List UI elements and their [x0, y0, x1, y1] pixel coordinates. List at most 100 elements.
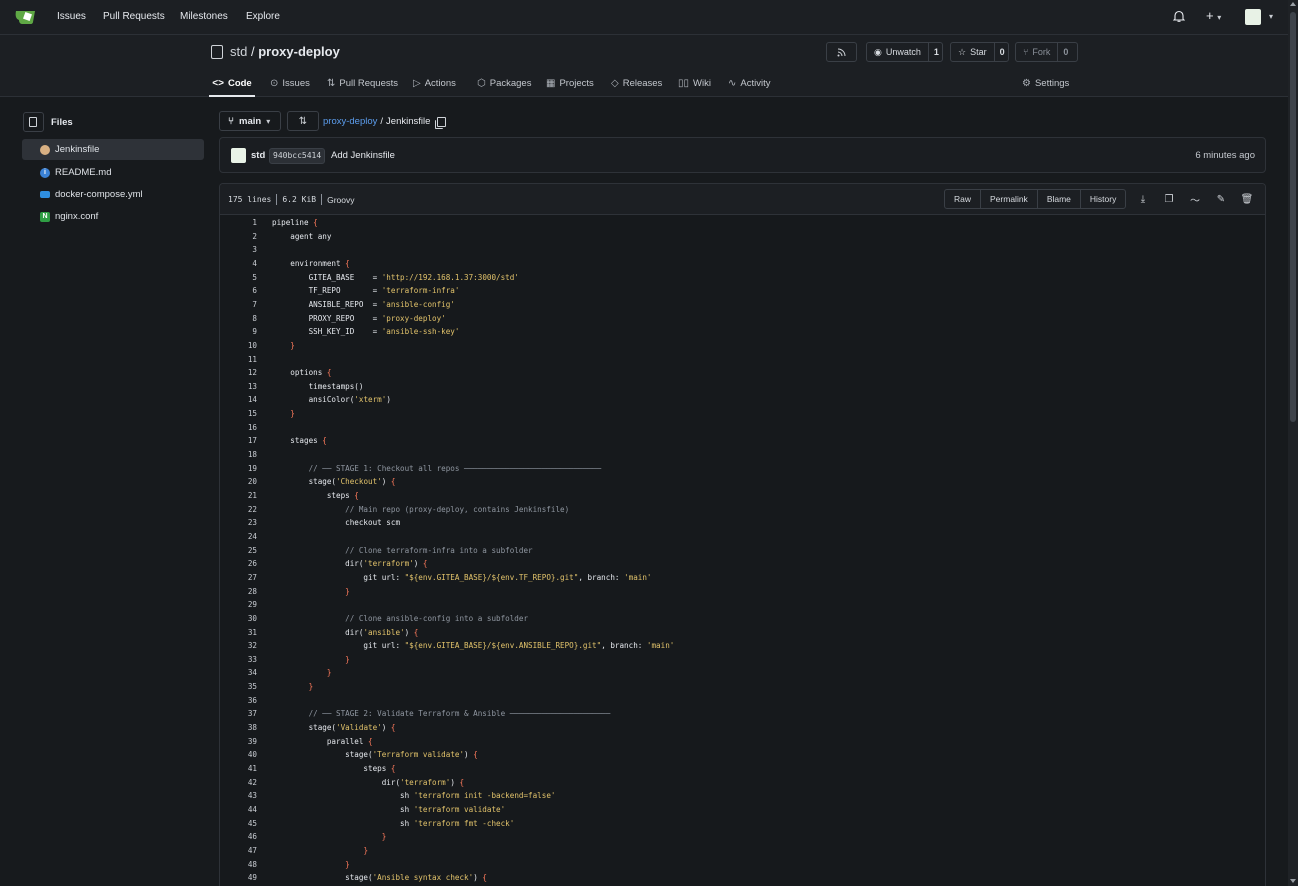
- tree-item-readme[interactable]: i README.md: [22, 162, 204, 183]
- line-number[interactable]: 21: [220, 489, 257, 503]
- line-number[interactable]: 25: [220, 544, 257, 558]
- line-number[interactable]: 24: [220, 530, 257, 544]
- line-number[interactable]: 32: [220, 639, 257, 653]
- line-number[interactable]: 4: [220, 257, 257, 271]
- line-number[interactable]: 43: [220, 789, 257, 803]
- line-number[interactable]: 1: [220, 216, 257, 230]
- line-number[interactable]: 6: [220, 284, 257, 298]
- tab-issues[interactable]: ⊙ Issues: [270, 71, 310, 95]
- create-menu-button[interactable]: + ▾: [1206, 8, 1221, 23]
- line-number[interactable]: 39: [220, 735, 257, 749]
- line-number[interactable]: 45: [220, 817, 257, 831]
- line-number[interactable]: 40: [220, 748, 257, 762]
- line-number[interactable]: 14: [220, 393, 257, 407]
- tab-actions[interactable]: ▷ Actions: [413, 71, 456, 95]
- fork-count[interactable]: 0: [1057, 43, 1073, 61]
- tab-pull-requests[interactable]: ⇅ Pull Requests: [327, 71, 398, 95]
- nav-explore[interactable]: Explore: [246, 11, 280, 22]
- bell-icon[interactable]: [1173, 10, 1185, 23]
- gitea-logo[interactable]: [15, 8, 37, 25]
- line-number[interactable]: 27: [220, 571, 257, 585]
- line-number[interactable]: 19: [220, 462, 257, 476]
- line-number[interactable]: 33: [220, 653, 257, 667]
- copy-content-icon[interactable]: ❐: [1161, 191, 1177, 207]
- line-number[interactable]: 20: [220, 475, 257, 489]
- line-number[interactable]: 3: [220, 243, 257, 257]
- scrollbar-thumb[interactable]: [1290, 12, 1296, 422]
- commit-message[interactable]: Add Jenkinsfile: [331, 150, 395, 161]
- branch-selector[interactable]: ⑂ main ▾: [219, 111, 281, 131]
- tree-item-nginx-conf[interactable]: N nginx.conf: [22, 206, 204, 227]
- raw-button[interactable]: Raw: [945, 190, 980, 208]
- line-number[interactable]: 23: [220, 516, 257, 530]
- line-number[interactable]: 13: [220, 380, 257, 394]
- tab-wiki[interactable]: ▯▯ Wiki: [678, 71, 711, 95]
- watch-count[interactable]: 1: [927, 43, 944, 61]
- download-icon[interactable]: ⤓: [1135, 191, 1151, 207]
- unwatch-button[interactable]: ◉ Unwatch 1: [866, 42, 943, 62]
- line-number[interactable]: 15: [220, 407, 257, 421]
- scroll-down-arrow-icon[interactable]: [1290, 879, 1296, 883]
- line-number[interactable]: 9: [220, 325, 257, 339]
- trash-icon[interactable]: 🗑︎: [1239, 191, 1255, 207]
- compare-button[interactable]: ⇅: [287, 111, 319, 131]
- line-number[interactable]: 48: [220, 858, 257, 872]
- page-scrollbar[interactable]: [1288, 0, 1298, 886]
- line-number[interactable]: 35: [220, 680, 257, 694]
- breadcrumb-repo-link[interactable]: proxy-deploy: [323, 116, 377, 127]
- tree-item-docker-compose[interactable]: docker-compose.yml: [22, 184, 204, 205]
- scroll-up-arrow-icon[interactable]: [1290, 2, 1296, 6]
- user-avatar[interactable]: [1245, 9, 1261, 25]
- line-number[interactable]: 37: [220, 707, 257, 721]
- line-number[interactable]: 11: [220, 353, 257, 367]
- line-number[interactable]: 36: [220, 694, 257, 708]
- line-number[interactable]: 26: [220, 557, 257, 571]
- edit-pencil-icon[interactable]: ✎: [1213, 191, 1229, 207]
- commit-author[interactable]: std: [251, 150, 265, 161]
- tree-item-jenkinsfile[interactable]: Jenkinsfile: [22, 139, 204, 160]
- line-number[interactable]: 22: [220, 503, 257, 517]
- line-number[interactable]: 49: [220, 871, 257, 885]
- tab-projects[interactable]: ▦ Projects: [546, 71, 594, 95]
- history-button[interactable]: History: [1079, 190, 1125, 208]
- line-number[interactable]: 44: [220, 803, 257, 817]
- nav-milestones[interactable]: Milestones: [180, 11, 228, 22]
- line-number[interactable]: 46: [220, 830, 257, 844]
- line-number[interactable]: 2: [220, 230, 257, 244]
- star-button[interactable]: ☆ Star 0: [950, 42, 1009, 62]
- star-count[interactable]: 0: [993, 43, 1010, 61]
- rss-feed-button[interactable]: [826, 42, 857, 62]
- line-number[interactable]: 31: [220, 626, 257, 640]
- repo-name-link[interactable]: proxy-deploy: [258, 44, 340, 59]
- permalink-button[interactable]: Permalink: [980, 190, 1037, 208]
- line-number[interactable]: 38: [220, 721, 257, 735]
- line-number[interactable]: 10: [220, 339, 257, 353]
- line-number[interactable]: 28: [220, 585, 257, 599]
- line-number[interactable]: 8: [220, 312, 257, 326]
- tab-activity[interactable]: ∿ Activity: [728, 71, 770, 95]
- blame-button[interactable]: Blame: [1036, 190, 1080, 208]
- tab-code[interactable]: <> Code: [209, 71, 255, 97]
- repo-owner-link[interactable]: std: [230, 44, 247, 59]
- line-number[interactable]: 30: [220, 612, 257, 626]
- commit-sha[interactable]: 940bcc5414: [269, 148, 326, 164]
- chevron-down-icon[interactable]: ▾: [1269, 12, 1273, 21]
- copy-path-icon[interactable]: [435, 116, 447, 129]
- line-number[interactable]: 16: [220, 421, 257, 435]
- toggle-file-tree-button[interactable]: [23, 112, 44, 132]
- line-number[interactable]: 12: [220, 366, 257, 380]
- rss-icon[interactable]: 〜: [1187, 191, 1203, 207]
- nav-issues[interactable]: Issues: [57, 11, 86, 22]
- line-number[interactable]: 5: [220, 271, 257, 285]
- fork-button[interactable]: ⑂ Fork 0: [1015, 42, 1078, 62]
- tab-settings[interactable]: ⚙ Settings: [1022, 71, 1069, 95]
- tab-releases[interactable]: ◇ Releases: [611, 71, 662, 95]
- nav-pull-requests[interactable]: Pull Requests: [103, 11, 165, 22]
- line-number[interactable]: 42: [220, 776, 257, 790]
- commit-author-avatar[interactable]: [231, 148, 246, 163]
- line-number[interactable]: 17: [220, 434, 257, 448]
- line-number[interactable]: 41: [220, 762, 257, 776]
- line-number[interactable]: 7: [220, 298, 257, 312]
- line-number[interactable]: 18: [220, 448, 257, 462]
- line-number[interactable]: 29: [220, 598, 257, 612]
